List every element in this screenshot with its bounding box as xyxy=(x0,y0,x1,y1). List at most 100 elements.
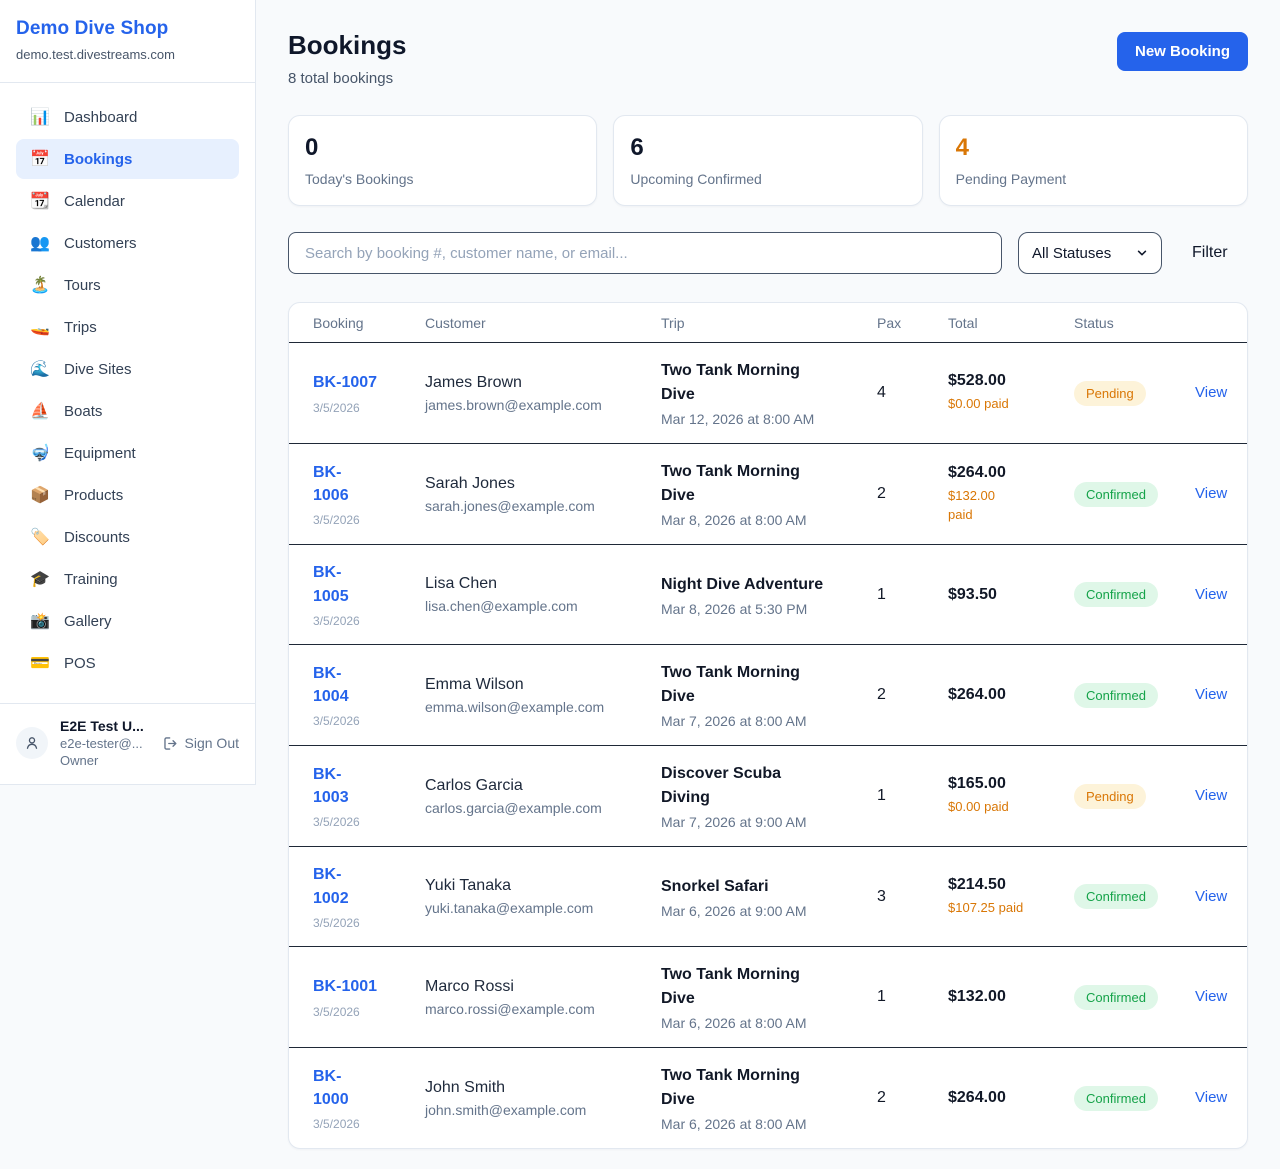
status-badge: Confirmed xyxy=(1074,683,1158,708)
pax-count: 1 xyxy=(877,586,948,604)
sidebar-item-bookings[interactable]: 📅 Bookings xyxy=(16,139,239,179)
status-cell: Confirmed xyxy=(1074,1086,1195,1111)
view-link[interactable]: View xyxy=(1195,787,1227,804)
filter-button[interactable]: Filter xyxy=(1178,244,1242,262)
trip-datetime: Mar 8, 2026 at 5:30 PM xyxy=(661,601,865,617)
view-link[interactable]: View xyxy=(1195,586,1227,603)
table-row: BK- 1005 3/5/2026 Lisa Chen lisa.chen@ex… xyxy=(289,544,1247,644)
sidebar-item-customers[interactable]: 👥 Customers xyxy=(16,223,239,263)
sidebar-item-dashboard[interactable]: 📊 Dashboard xyxy=(16,97,239,137)
page-header: Bookings 8 total bookings New Booking xyxy=(288,30,1248,87)
sidebar-item-pos[interactable]: 💳 POS xyxy=(16,643,239,683)
search-input[interactable] xyxy=(288,232,1002,274)
trip-cell: Night Dive Adventure Mar 8, 2026 at 5:30… xyxy=(661,573,877,617)
view-link[interactable]: View xyxy=(1195,988,1227,1005)
total-amount: $93.50 xyxy=(948,586,1062,604)
app-root: Demo Dive Shop demo.test.divestreams.com… xyxy=(0,0,1280,1169)
booking-ref-link[interactable]: BK- 1003 xyxy=(313,763,349,809)
total-cell: $132.00 xyxy=(948,988,1074,1006)
total-amount: $165.00 xyxy=(948,775,1062,793)
trip-cell: Two Tank Morning Dive Mar 6, 2026 at 8:0… xyxy=(661,963,877,1031)
pax-count: 3 xyxy=(877,888,948,906)
customer-name: Yuki Tanaka xyxy=(425,877,649,895)
nav-item-label: Equipment xyxy=(64,445,136,462)
total-cell: $264.00 xyxy=(948,1089,1074,1107)
actions-cell: View xyxy=(1195,586,1223,604)
booking-cell: BK-1001 3/5/2026 xyxy=(313,975,425,1018)
sidebar-item-calendar[interactable]: 📆 Calendar xyxy=(16,181,239,221)
sidebar-item-equipment[interactable]: 🤿 Equipment xyxy=(16,433,239,473)
sidebar-item-boats[interactable]: ⛵ Boats xyxy=(16,391,239,431)
trip-name: Discover Scuba Diving xyxy=(661,762,865,810)
booking-date: 3/5/2026 xyxy=(313,916,413,930)
nav-item-label: Boats xyxy=(64,403,102,420)
sidebar-item-dive-sites[interactable]: 🌊 Dive Sites xyxy=(16,349,239,389)
sidebar-item-gallery[interactable]: 📸 Gallery xyxy=(16,601,239,641)
booking-ref-link[interactable]: BK-1007 xyxy=(313,371,377,394)
booking-ref-link[interactable]: BK- 1004 xyxy=(313,662,349,708)
trip-cell: Snorkel Safari Mar 6, 2026 at 9:00 AM xyxy=(661,875,877,919)
customer-cell: Sarah Jones sarah.jones@example.com xyxy=(425,475,661,514)
booking-cell: BK- 1004 3/5/2026 xyxy=(313,662,425,728)
view-link[interactable]: View xyxy=(1195,888,1227,905)
status-badge: Confirmed xyxy=(1074,582,1158,607)
customer-email: lisa.chen@example.com xyxy=(425,598,649,614)
table-row: BK- 1004 3/5/2026 Emma Wilson emma.wilso… xyxy=(289,644,1247,745)
status-cell: Pending xyxy=(1074,381,1195,406)
trip-datetime: Mar 7, 2026 at 9:00 AM xyxy=(661,814,865,830)
booking-ref-link[interactable]: BK-1001 xyxy=(313,975,377,998)
nav-item-label: Training xyxy=(64,571,118,588)
customer-cell: Carlos Garcia carlos.garcia@example.com xyxy=(425,777,661,816)
booking-cell: BK- 1005 3/5/2026 xyxy=(313,561,425,627)
calendar-icon: 📅 xyxy=(30,149,50,169)
actions-cell: View xyxy=(1195,384,1223,402)
status-cell: Confirmed xyxy=(1074,985,1195,1010)
booking-date: 3/5/2026 xyxy=(313,513,413,527)
sidebar-item-discounts[interactable]: 🏷️ Discounts xyxy=(16,517,239,557)
status-filter-select[interactable]: All Statuses xyxy=(1018,232,1162,274)
status-badge: Confirmed xyxy=(1074,985,1158,1010)
sidebar-item-products[interactable]: 📦 Products xyxy=(16,475,239,515)
stat-label: Today's Bookings xyxy=(305,171,580,187)
view-link[interactable]: View xyxy=(1195,384,1227,401)
booking-date: 3/5/2026 xyxy=(313,1005,413,1019)
trip-cell: Discover Scuba Diving Mar 7, 2026 at 9:0… xyxy=(661,762,877,830)
status-badge: Pending xyxy=(1074,784,1146,809)
customer-email: marco.rossi@example.com xyxy=(425,1001,649,1017)
view-link[interactable]: View xyxy=(1195,485,1227,502)
nav-item-label: Discounts xyxy=(64,529,130,546)
table-body: BK-1007 3/5/2026 James Brown james.brown… xyxy=(289,343,1247,1148)
trip-name: Two Tank Morning Dive xyxy=(661,1064,865,1112)
diving-mask-icon: 🤿 xyxy=(30,443,50,463)
trip-datetime: Mar 12, 2026 at 8:00 AM xyxy=(661,411,865,427)
sign-out-button[interactable]: Sign Out xyxy=(162,735,239,752)
customer-cell: Lisa Chen lisa.chen@example.com xyxy=(425,575,661,614)
customer-cell: Marco Rossi marco.rossi@example.com xyxy=(425,978,661,1017)
sidebar-item-training[interactable]: 🎓 Training xyxy=(16,559,239,599)
view-link[interactable]: View xyxy=(1195,1089,1227,1106)
customer-email: sarah.jones@example.com xyxy=(425,498,649,514)
booking-ref-link[interactable]: BK- 1000 xyxy=(313,1065,349,1111)
status-badge: Confirmed xyxy=(1074,884,1158,909)
sidebar-item-trips[interactable]: 🚤 Trips xyxy=(16,307,239,347)
customer-email: carlos.garcia@example.com xyxy=(425,800,649,816)
booking-ref-link[interactable]: BK- 1005 xyxy=(313,561,349,607)
booking-cell: BK- 1003 3/5/2026 xyxy=(313,763,425,829)
trip-datetime: Mar 7, 2026 at 8:00 AM xyxy=(661,713,865,729)
shop-name: Demo Dive Shop xyxy=(16,18,239,40)
booking-ref-link[interactable]: BK- 1002 xyxy=(313,863,349,909)
sidebar-item-tours[interactable]: 🏝️ Tours xyxy=(16,265,239,305)
table-row: BK- 1002 3/5/2026 Yuki Tanaka yuki.tanak… xyxy=(289,846,1247,946)
trip-cell: Two Tank Morning Dive Mar 8, 2026 at 8:0… xyxy=(661,460,877,528)
total-amount: $214.50 xyxy=(948,876,1062,894)
customer-name: Carlos Garcia xyxy=(425,777,649,795)
column-header-pax: Pax xyxy=(877,315,948,331)
total-amount: $528.00 xyxy=(948,372,1062,390)
view-link[interactable]: View xyxy=(1195,686,1227,703)
column-header-trip: Trip xyxy=(661,315,877,331)
booking-cell: BK-1007 3/5/2026 xyxy=(313,371,425,414)
booking-ref-link[interactable]: BK- 1006 xyxy=(313,461,349,507)
pax-count: 2 xyxy=(877,485,948,503)
new-booking-button[interactable]: New Booking xyxy=(1117,32,1248,71)
booking-cell: BK- 1002 3/5/2026 xyxy=(313,863,425,929)
